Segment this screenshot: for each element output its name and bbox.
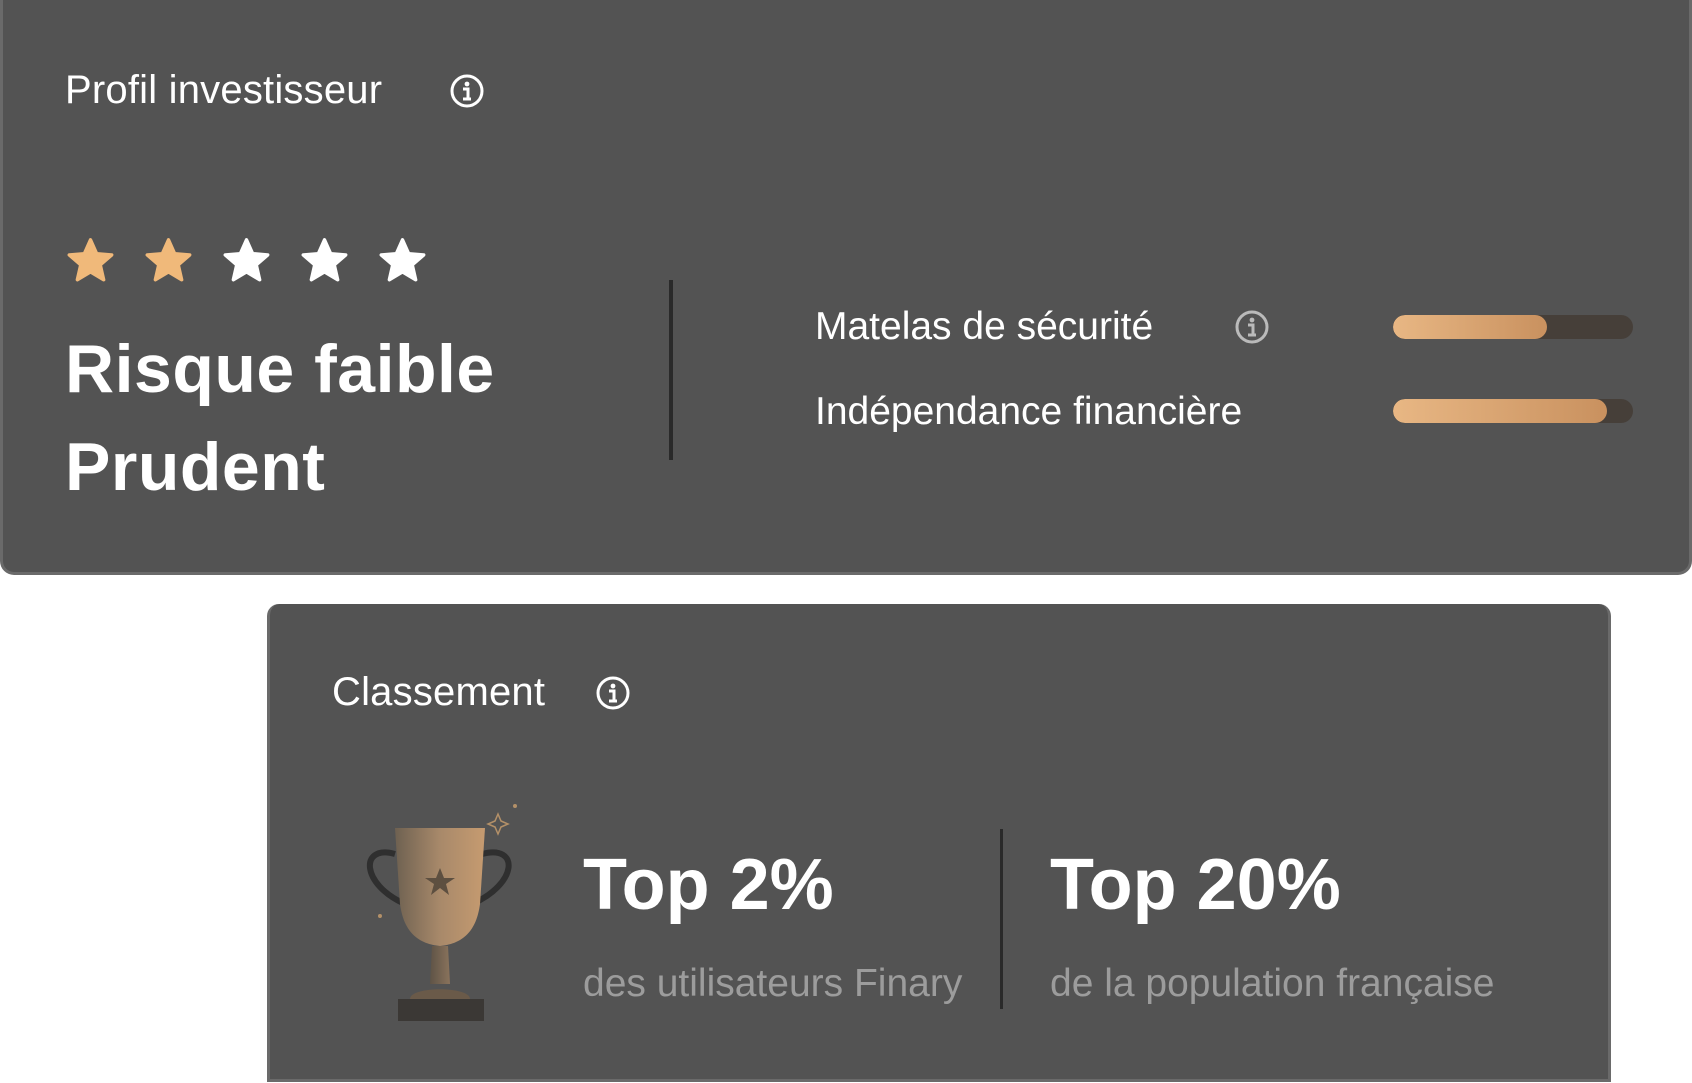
star-filled-icon <box>145 238 192 282</box>
divider <box>669 280 673 460</box>
profile-title: Profil investisseur <box>65 68 383 112</box>
risk-label: Risque faible <box>65 331 495 407</box>
info-icon[interactable] <box>1235 310 1269 344</box>
star-empty-icon <box>301 238 348 282</box>
security-progress-bar <box>1393 315 1633 339</box>
profile-label: Prudent <box>65 429 326 505</box>
ranking-value-population: Top 20% <box>1050 845 1341 925</box>
risk-rating <box>65 236 428 287</box>
star-filled-icon <box>67 238 114 282</box>
metric-label-independence: Indépendance financière <box>815 390 1243 433</box>
trophy-icon <box>367 804 517 1021</box>
divider <box>1000 829 1003 1009</box>
ranking-title: Classement <box>332 670 546 714</box>
investor-profile-card: Profil investisseur Risque faible Pruden… <box>0 0 1692 575</box>
ranking-caption-users: des utilisateurs Finary <box>583 962 963 1005</box>
ranking-card: Classement Top 2% des utilisateurs Finar… <box>267 604 1611 1082</box>
info-icon[interactable] <box>450 74 484 108</box>
security-progress-fill <box>1393 315 1547 339</box>
info-icon[interactable] <box>596 676 630 710</box>
ranking-caption-population: de la population française <box>1050 962 1495 1005</box>
star-empty-icon <box>223 238 270 282</box>
independence-progress-bar <box>1393 399 1633 423</box>
ranking-value-users: Top 2% <box>583 845 834 925</box>
independence-progress-fill <box>1393 399 1607 423</box>
metric-label-security: Matelas de sécurité <box>815 305 1154 348</box>
star-empty-icon <box>379 238 426 282</box>
